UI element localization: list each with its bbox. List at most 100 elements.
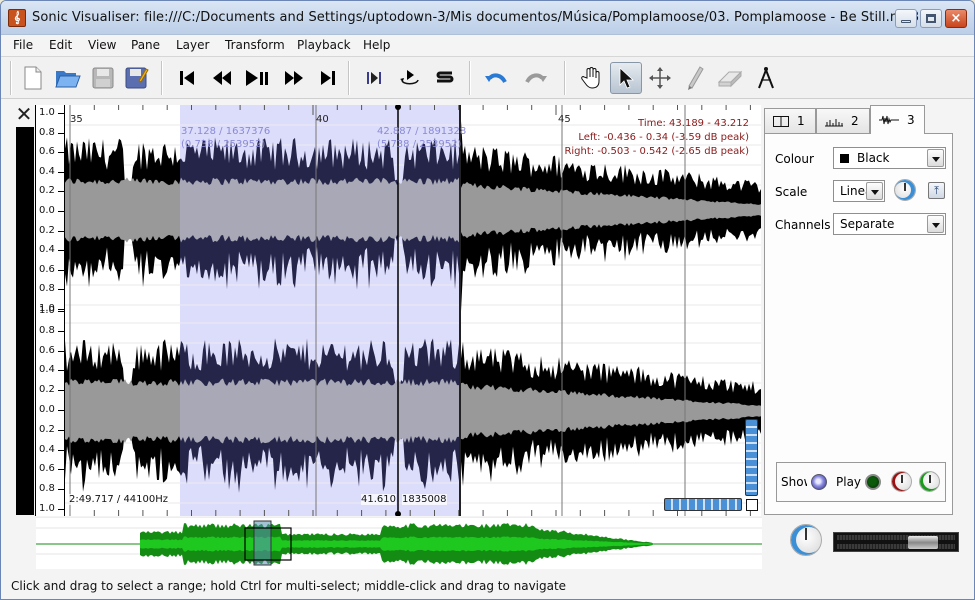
fast-forward-button[interactable] xyxy=(278,62,310,94)
waveform-view[interactable]: 35 40 45 37.128 / 1637376 (0.738 / 25395… xyxy=(65,105,761,516)
menu-edit[interactable]: Edit xyxy=(49,38,72,52)
rewind-button[interactable] xyxy=(206,62,238,94)
playback-speed-slider[interactable] xyxy=(833,532,959,552)
playback-gain-knob[interactable] xyxy=(891,471,912,492)
rewind-start-button[interactable] xyxy=(171,62,203,94)
measure-right: Right: -0.503 - 0.542 (-2.65 dB peak) xyxy=(564,146,749,157)
waveform-canvas[interactable] xyxy=(65,105,761,516)
colour-swatch xyxy=(840,153,849,163)
scale-label: 0.0 xyxy=(39,404,55,415)
undo-button[interactable] xyxy=(479,62,511,94)
scale-tick xyxy=(58,330,64,332)
selection-start-label: 37.128 / 1637376 xyxy=(181,126,271,137)
scale-label: 0.6 xyxy=(39,263,55,275)
scale-tick xyxy=(58,289,64,291)
toolbar-separator xyxy=(564,61,566,95)
title-bar: 𝄞 Sonic Visualiser: file:///C:/Documents… xyxy=(1,1,974,35)
level-meter xyxy=(16,127,34,515)
tab-time-ruler[interactable]: 2 xyxy=(816,108,870,133)
solo-button[interactable] xyxy=(429,62,461,94)
save-as-icon xyxy=(125,67,149,89)
selection-end-sub-label: (5.738 / 253952) xyxy=(377,139,462,150)
maximize-button[interactable] xyxy=(920,9,942,28)
menu-view[interactable]: View xyxy=(88,38,116,52)
scale-label: 1.0 xyxy=(39,107,55,118)
redo-icon xyxy=(525,73,547,84)
save-button[interactable] xyxy=(87,62,119,94)
scale-label: 0.8 xyxy=(39,283,55,295)
play-pause-icon xyxy=(246,70,268,86)
scale-tick xyxy=(58,309,64,310)
overview-waveform[interactable] xyxy=(36,518,762,570)
menu-transform[interactable]: Transform xyxy=(225,38,285,52)
constrain-selection-button[interactable] xyxy=(359,62,391,94)
channels-select[interactable]: Separate xyxy=(833,213,946,235)
menu-pane[interactable]: Pane xyxy=(131,38,160,52)
toolbar-separator xyxy=(10,61,12,95)
close-button[interactable]: × xyxy=(945,9,967,28)
scale-select[interactable]: Linear xyxy=(833,180,885,202)
ffwd-end-button[interactable] xyxy=(312,62,344,94)
scale-tick xyxy=(58,449,64,451)
scale-tick xyxy=(58,191,64,193)
scale-label: 0.0 xyxy=(39,205,55,216)
measure-tool-button[interactable] xyxy=(750,62,782,94)
layer-visibility-group: Show Play xyxy=(776,462,946,502)
master-volume-knob[interactable] xyxy=(790,524,822,556)
horizontal-zoom-thumbwheel[interactable] xyxy=(664,498,742,511)
slider-thumb[interactable] xyxy=(908,536,938,549)
waveform-icon xyxy=(879,115,899,125)
scale-label: Scale xyxy=(775,185,808,199)
save-as-button[interactable] xyxy=(121,62,153,94)
erase-tool-button[interactable] xyxy=(714,62,746,94)
scale-label: 0.6 xyxy=(39,463,55,475)
gain-knob[interactable] xyxy=(894,179,916,201)
menu-file[interactable]: File xyxy=(13,38,33,52)
overview-panel[interactable] xyxy=(36,517,762,569)
scale-tick xyxy=(58,230,64,232)
toolbar-separator xyxy=(348,61,350,95)
minimize-button[interactable] xyxy=(895,9,917,28)
show-toggle[interactable] xyxy=(811,474,827,490)
normalize-button[interactable]: ⤒ xyxy=(928,182,945,199)
menu-layer[interactable]: Layer xyxy=(176,38,209,52)
play-pause-button[interactable] xyxy=(242,62,274,94)
scale-tick xyxy=(58,113,64,114)
menu-playback[interactable]: Playback xyxy=(297,38,351,52)
colour-select[interactable]: Black xyxy=(833,147,946,169)
play-toggle[interactable] xyxy=(865,474,881,490)
tab-label: 3 xyxy=(907,113,915,127)
minimize-icon xyxy=(901,20,911,23)
redo-button[interactable] xyxy=(521,62,553,94)
tab-pane[interactable]: 1 xyxy=(764,108,816,133)
save-disk-icon xyxy=(92,67,114,89)
new-session-button[interactable] xyxy=(17,62,49,94)
navigate-tool-button[interactable] xyxy=(575,62,607,94)
playback-pan-knob[interactable] xyxy=(919,471,940,492)
reset-zoom-button[interactable] xyxy=(746,499,758,511)
loop-button[interactable] xyxy=(394,62,426,94)
scale-tick xyxy=(58,429,64,431)
move-tool-button[interactable] xyxy=(644,62,676,94)
scale-tick xyxy=(58,370,64,372)
draw-tool-button[interactable] xyxy=(679,62,711,94)
vertical-zoom-thumbwheel[interactable] xyxy=(745,419,758,496)
loop-icon xyxy=(400,70,419,85)
menu-help[interactable]: Help xyxy=(363,38,390,52)
select-tool-button[interactable] xyxy=(610,62,642,94)
tab-waveform[interactable]: 3 xyxy=(870,105,925,134)
scale-label: 0.6 xyxy=(39,146,55,158)
toolbar xyxy=(1,56,974,99)
compass-icon xyxy=(758,67,774,89)
arrow-pointer-icon xyxy=(619,67,634,89)
scale-label: 1.0 xyxy=(39,503,55,514)
scale-label: 0.8 xyxy=(39,126,55,138)
selection-start-sub-label: (0.738 / 253952) xyxy=(181,139,266,150)
scale-tick xyxy=(58,152,64,154)
eraser-icon xyxy=(717,70,743,88)
close-pane-button[interactable]: ✕ xyxy=(15,104,33,124)
open-button[interactable] xyxy=(52,62,84,94)
waveform-properties: Colour Black Scale Linear ⤒ Channels Sep… xyxy=(764,133,953,515)
layer-properties-panel: 1 2 3 Colour Black Scale Linear ⤒ Channe xyxy=(764,105,953,515)
main-window: 𝄞 Sonic Visualiser: file:///C:/Documents… xyxy=(0,0,975,600)
